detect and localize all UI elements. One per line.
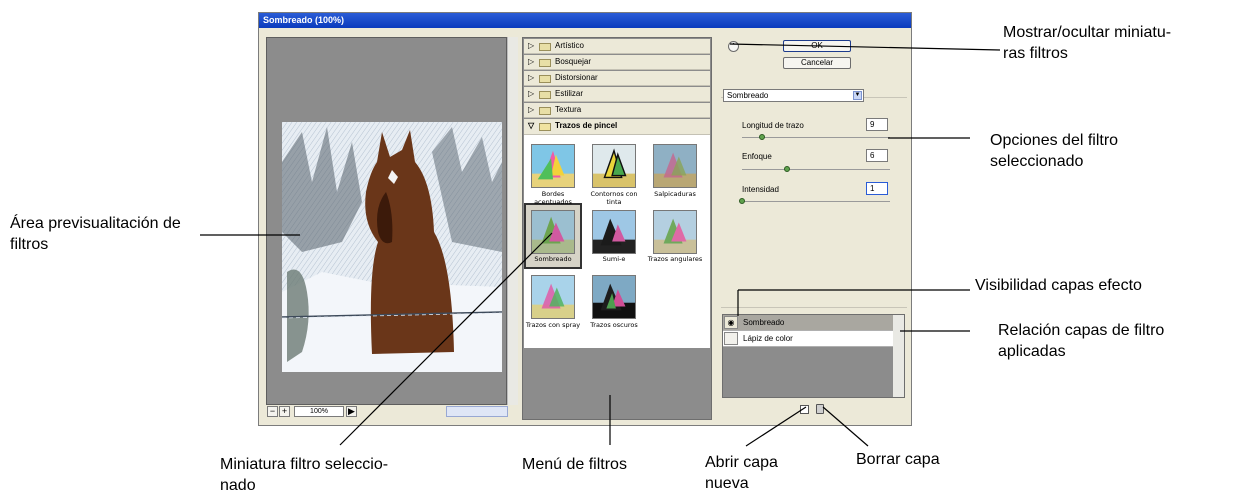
callout-line-thumb bbox=[339, 232, 553, 446]
callout-line-toggle bbox=[729, 43, 1001, 51]
annotation-line: Abrir capa bbox=[705, 454, 778, 471]
annotation-line: Miniatura filtro seleccio- bbox=[220, 456, 389, 473]
annotation-line: ras filtros bbox=[1003, 45, 1068, 62]
annotation-line: Borrar capa bbox=[856, 451, 940, 468]
annotation-filter-options: Opciones del filtro seleccionado bbox=[990, 130, 1118, 172]
annotation-line: Mostrar/ocultar miniatu- bbox=[1003, 24, 1172, 41]
annotation-line: filtros bbox=[10, 236, 49, 253]
annotation-line: aplicadas bbox=[998, 343, 1066, 360]
annotation-line: Área previsualitación de bbox=[10, 215, 181, 232]
annotation-preview-area: Área previsualitación de filtros bbox=[10, 213, 181, 255]
annotation-layer-list: Relación capas de filtro aplicadas bbox=[998, 320, 1164, 362]
annotation-delete-layer: Borrar capa bbox=[856, 449, 940, 470]
annotation-line: Visibilidad capas efecto bbox=[975, 277, 1142, 294]
annotation-filter-menu: Menú de filtros bbox=[522, 454, 627, 475]
annotation-line: Menú de filtros bbox=[522, 456, 627, 473]
annotation-line: seleccionado bbox=[990, 153, 1084, 170]
callout-line-new-layer bbox=[745, 406, 807, 447]
annotation-new-layer: Abrir capa nueva bbox=[705, 452, 778, 494]
annotation-line: Opciones del filtro bbox=[990, 132, 1119, 149]
callout-line-delete bbox=[822, 406, 869, 447]
annotation-selected-thumbnail: Miniatura filtro seleccio- nado bbox=[220, 454, 388, 496]
annotation-line: Relación capas de filtro bbox=[998, 322, 1165, 339]
annotation-line: nueva bbox=[705, 475, 749, 492]
annotation-layer-visibility: Visibilidad capas efecto bbox=[975, 275, 1142, 296]
annotation-toggle-thumbnails: Mostrar/ocultar miniatu- ras filtros bbox=[1003, 22, 1171, 64]
callout-lines bbox=[200, 43, 1001, 447]
